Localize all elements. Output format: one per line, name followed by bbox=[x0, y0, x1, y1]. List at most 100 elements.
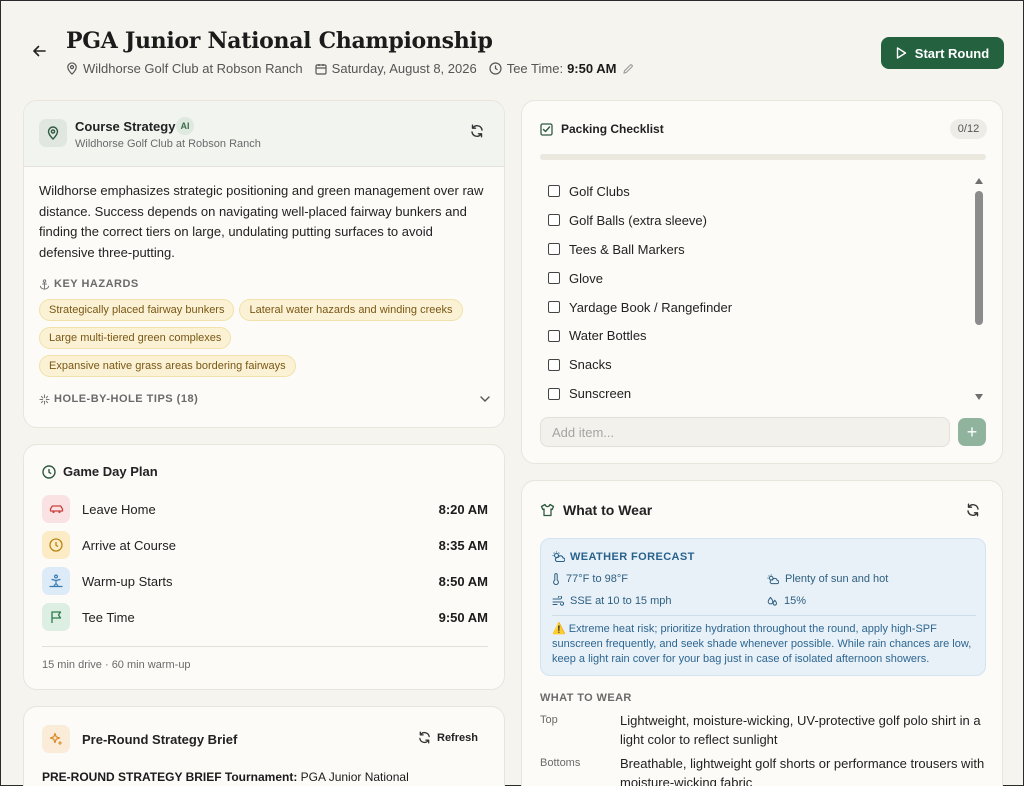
brief-title: Pre-Round Strategy Brief bbox=[82, 732, 238, 747]
tee-time-meta: Tee Time: 9:50 AM bbox=[489, 61, 640, 76]
checkbox[interactable] bbox=[548, 243, 560, 256]
checklist-item-label: Water Bottles bbox=[569, 328, 647, 344]
hole-tips-label: HOLE-BY-HOLE TIPS (18) bbox=[54, 393, 199, 405]
hazard-chip: Strategically placed fairway bunkers bbox=[39, 299, 235, 321]
packing-checklist-heading: Packing Checklist bbox=[540, 122, 664, 136]
checklist-item[interactable]: Tees & Ball Markers bbox=[548, 235, 968, 264]
course-strategy-summary: Wildhorse emphasizes strategic positioni… bbox=[39, 183, 484, 260]
sky-text: Plenty of sun and hot bbox=[785, 573, 889, 585]
temperature-text: 77°F to 98°F bbox=[566, 573, 628, 585]
flag-icon-box bbox=[42, 603, 70, 631]
car-icon bbox=[49, 505, 63, 514]
page-header: PGA Junior National Championship Wildhor… bbox=[1, 1, 1023, 91]
scrollbar-thumb[interactable] bbox=[975, 191, 983, 325]
checklist-item-label: Yardage Book / Rangefinder bbox=[569, 299, 733, 315]
clothing-category: Bottoms bbox=[540, 757, 581, 769]
checklist-item[interactable]: Sunscreen bbox=[548, 379, 968, 408]
map-pin-icon bbox=[67, 62, 77, 75]
checklist-item[interactable]: Snacks bbox=[548, 350, 968, 379]
schedule-row: Leave Home 8:20 AM bbox=[42, 495, 488, 523]
what-to-wear-section-label: WHAT TO WEAR bbox=[540, 692, 632, 704]
schedule-label: Leave Home bbox=[82, 501, 156, 517]
checkbox[interactable] bbox=[548, 329, 560, 342]
arrow-left-icon bbox=[33, 45, 46, 57]
clock-icon bbox=[42, 464, 56, 479]
partly-sunny-icon bbox=[767, 573, 779, 584]
scroll-down-arrow-icon[interactable] bbox=[974, 393, 984, 401]
checklist-item-label: Tees & Ball Markers bbox=[569, 241, 685, 257]
flag-icon bbox=[50, 611, 61, 623]
add-item-input[interactable] bbox=[540, 417, 950, 447]
start-round-button[interactable]: Start Round bbox=[881, 37, 1004, 69]
partly-sunny-icon bbox=[552, 551, 565, 563]
hazard-chip: Expansive native grass areas bordering f… bbox=[39, 355, 296, 377]
checklist-item-label: Glove bbox=[569, 270, 603, 286]
weather-forecast-heading: WEATHER FORECAST bbox=[552, 551, 695, 563]
checkbox[interactable] bbox=[548, 272, 560, 285]
checkbox[interactable] bbox=[548, 301, 560, 313]
brief-refresh-label: Refresh bbox=[437, 731, 478, 744]
refresh-wear-button[interactable] bbox=[966, 503, 980, 522]
hazard-chip: Lateral water hazards and winding creeks bbox=[239, 299, 463, 321]
checklist-item[interactable]: Yardage Book / Rangefinder bbox=[548, 293, 968, 322]
add-item-button[interactable]: + bbox=[958, 418, 986, 446]
checklist-item[interactable]: Water Bottles bbox=[548, 321, 968, 350]
checkbox[interactable] bbox=[548, 387, 560, 400]
heat-warning-text: Extreme heat risk; prioritize hydration … bbox=[552, 623, 972, 665]
schedule-time: 8:35 AM bbox=[438, 537, 488, 553]
pencil-icon[interactable] bbox=[622, 63, 634, 75]
sparkles-icon-box bbox=[42, 725, 70, 753]
schedule-time: 9:50 AM bbox=[438, 609, 488, 625]
date-text: Saturday, August 8, 2026 bbox=[331, 61, 477, 76]
brief-refresh-button[interactable]: Refresh bbox=[418, 731, 478, 744]
warmup-icon-box bbox=[42, 567, 70, 595]
game-day-plan-title: Game Day Plan bbox=[63, 464, 158, 479]
tee-time-label: Tee Time: bbox=[506, 61, 564, 76]
temperature-item: 77°F to 98°F bbox=[552, 573, 628, 585]
schedule-time: 8:50 AM bbox=[438, 573, 488, 589]
tee-time-value: 9:50 AM bbox=[567, 61, 617, 76]
course-strategy-header: Course Strategy AI Wildhorse Golf Club a… bbox=[24, 101, 504, 167]
schedule-time: 8:20 AM bbox=[438, 501, 488, 517]
game-day-summary: 15 min drive · 60 min warm-up bbox=[42, 659, 191, 671]
chevron-down-icon bbox=[480, 396, 490, 402]
back-button[interactable] bbox=[29, 41, 49, 61]
course-strategy-subtitle: Wildhorse Golf Club at Robson Ranch bbox=[75, 138, 261, 150]
clock-icon bbox=[489, 62, 502, 75]
schedule-label: Tee Time bbox=[82, 609, 135, 625]
checklist-item[interactable]: Glove bbox=[548, 264, 968, 293]
checklist-scrollbar[interactable] bbox=[974, 177, 984, 405]
hazard-chip: Large multi-tiered green complexes bbox=[39, 327, 232, 349]
weather-forecast-label: WEATHER FORECAST bbox=[570, 551, 695, 563]
divider bbox=[42, 646, 488, 647]
brief-text-bold: PRE-ROUND STRATEGY BRIEF Tournament: bbox=[42, 770, 298, 784]
hole-tips-toggle[interactable]: HOLE-BY-HOLE TIPS (18) bbox=[39, 393, 491, 405]
key-hazards-label: KEY HAZARDS bbox=[54, 278, 139, 290]
checklist-item[interactable]: Golf Clubs bbox=[548, 177, 968, 206]
packing-checklist-card: Packing Checklist 0/12 Golf Clubs Golf B… bbox=[521, 100, 1003, 464]
wind-icon bbox=[552, 596, 564, 606]
refresh-icon bbox=[967, 503, 979, 517]
refresh-strategy-button[interactable] bbox=[470, 124, 484, 143]
packing-checklist-title: Packing Checklist bbox=[561, 122, 664, 136]
checklist-item-label: Snacks bbox=[569, 357, 612, 373]
date-meta: Saturday, August 8, 2026 bbox=[315, 61, 477, 76]
start-round-label: Start Round bbox=[914, 45, 990, 61]
what-to-wear-heading: What to Wear bbox=[540, 502, 652, 518]
checkbox[interactable] bbox=[548, 358, 560, 371]
anchor-icon bbox=[39, 278, 50, 290]
ai-badge: AI bbox=[176, 117, 194, 135]
scroll-up-arrow-icon[interactable] bbox=[974, 177, 984, 185]
brief-text-rest: PGA Junior National bbox=[297, 770, 409, 784]
wind-item: SSE at 10 to 15 mph bbox=[552, 595, 672, 607]
page-title: PGA Junior National Championship bbox=[66, 28, 493, 54]
refresh-icon bbox=[471, 124, 483, 138]
packing-list: Golf Clubs Golf Balls (extra sleeve) Tee… bbox=[548, 177, 968, 408]
rain-chance-item: 15% bbox=[767, 595, 806, 607]
map-pin-icon bbox=[47, 126, 59, 140]
checkbox[interactable] bbox=[548, 185, 560, 198]
checkbox[interactable] bbox=[548, 214, 560, 227]
checklist-item[interactable]: Golf Balls (extra sleeve) bbox=[548, 206, 968, 235]
schedule-label: Arrive at Course bbox=[82, 537, 176, 553]
game-day-plan-card: Game Day Plan Leave Home 8:20 AM Arrive … bbox=[23, 444, 505, 690]
